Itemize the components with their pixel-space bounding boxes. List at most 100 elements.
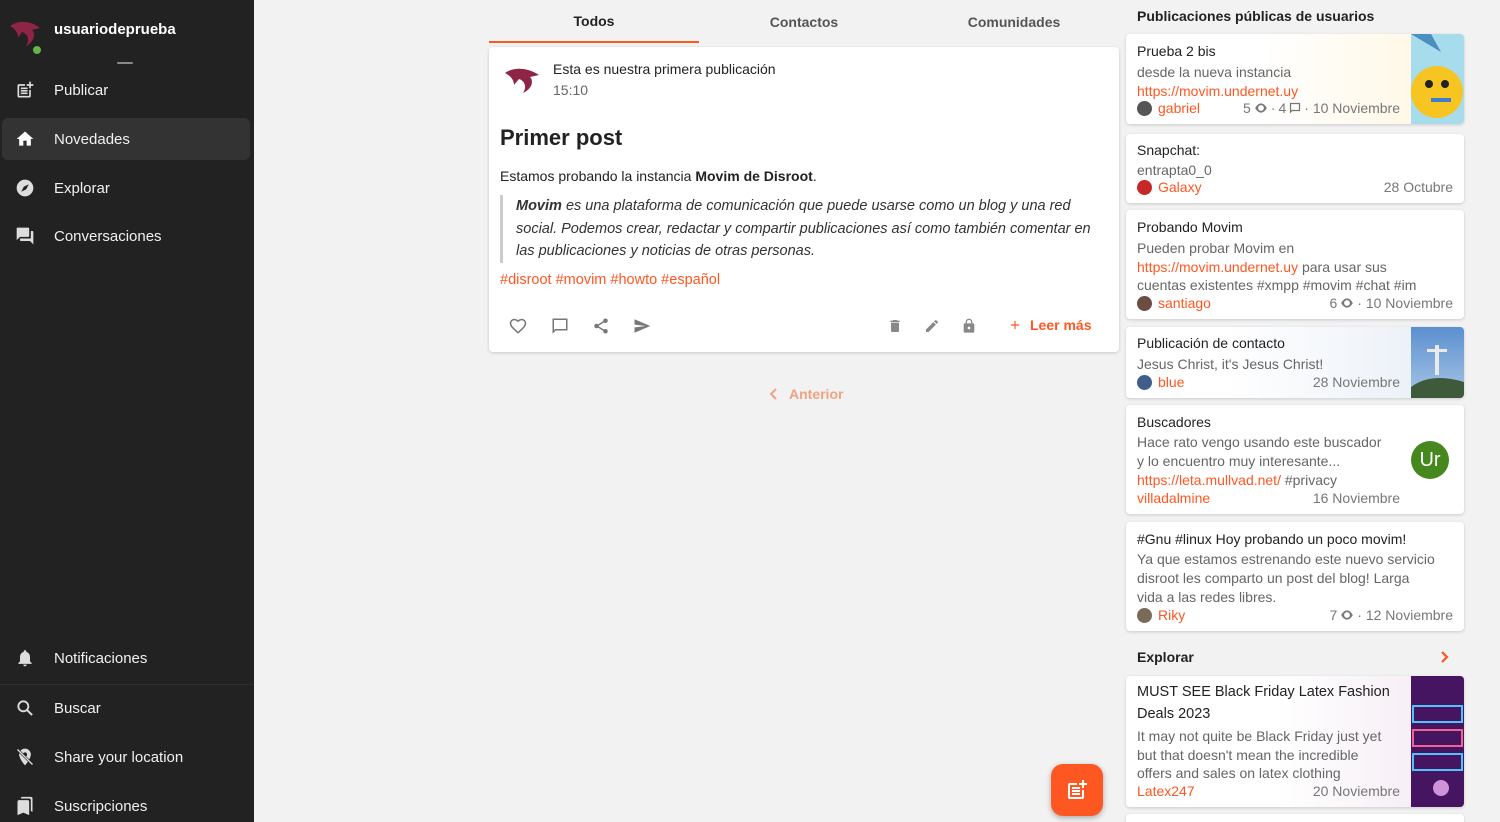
post-time: 15:10 <box>553 82 589 98</box>
share-button[interactable] <box>590 315 612 337</box>
username: usuariodeprueba <box>54 21 176 38</box>
author-avatar <box>1137 179 1152 195</box>
eye-icon <box>1341 298 1354 308</box>
card-link-after: #privacy <box>1280 472 1337 488</box>
plus-icon <box>1010 320 1020 330</box>
card-author[interactable]: villadalmine <box>1137 490 1210 506</box>
card-text: entrapta0_0 <box>1137 162 1212 178</box>
card-text: Hace rato vengo usando este buscador <box>1137 434 1382 450</box>
previous-page-button[interactable]: Anterior <box>769 386 843 402</box>
sidebar-item-notificaciones[interactable]: Notificaciones <box>2 637 250 679</box>
chevron-right-icon[interactable] <box>1437 647 1453 667</box>
card-author[interactable]: Riky <box>1158 607 1185 623</box>
sidebar-item-share-location[interactable]: Share your location <box>2 736 250 778</box>
comments-count: 4 <box>1278 100 1287 116</box>
card-author[interactable]: blue <box>1158 374 1184 390</box>
views-count: 6 <box>1329 295 1338 311</box>
card-link[interactable]: https://movim.undernet.uy <box>1137 259 1298 275</box>
card-title: Publicación de contacto <box>1137 335 1285 351</box>
intro-bold: Movim de Disroot <box>695 168 813 184</box>
card-link-after: para usar sus <box>1298 259 1387 275</box>
card-text: Jesus Christ, it's Jesus Christ! <box>1137 356 1324 372</box>
tab-comunidades[interactable]: Comunidades <box>909 0 1119 43</box>
sidebar-item-novedades[interactable]: Novedades <box>2 118 250 160</box>
chat-icon <box>14 225 36 247</box>
quote-bold: Movim <box>516 198 562 214</box>
comment-button[interactable] <box>549 315 571 337</box>
card-date: 20 Noviembre <box>1312 783 1400 799</box>
card-author[interactable]: Galaxy <box>1158 179 1202 195</box>
public-post-card[interactable]: Snapchat: entrapta0_0 Galaxy 28 Octubre <box>1126 134 1464 203</box>
explore-heading[interactable]: Explorar <box>1137 649 1194 665</box>
user-profile[interactable]: usuariodeprueba <box>0 10 254 56</box>
author-avatar[interactable]: Ur <box>1411 441 1449 479</box>
eye-icon <box>1254 103 1267 113</box>
public-post-card[interactable]: Prueba 2 bis desde la nueva instancia ht… <box>1126 34 1464 124</box>
sidebar-item-label: Novedades <box>54 130 130 148</box>
delete-button[interactable] <box>884 315 906 337</box>
tab-contactos[interactable]: Contactos <box>699 0 909 43</box>
card-meta: Latex247 20 Noviembre <box>1137 783 1400 799</box>
post-header-title[interactable]: Esta es nuestra primera publicación <box>553 61 776 77</box>
sidebar-item-label: Conversaciones <box>54 227 162 245</box>
card-title: Snapchat: <box>1137 142 1201 158</box>
pencil-icon <box>926 319 939 332</box>
sidebar-item-suscripciones[interactable]: Suscripciones <box>2 785 250 822</box>
card-text: y lo encuentro muy interesante... <box>1137 453 1341 469</box>
comment-icon <box>552 318 568 334</box>
post-thumbnail <box>1411 676 1464 807</box>
sidebar-divider <box>0 684 254 685</box>
card-title: Prueba 2 bis <box>1137 43 1216 59</box>
edit-button[interactable] <box>921 315 943 337</box>
card-title: MUST SEE Black Friday Latex Fashion <box>1137 684 1390 700</box>
sidebar-item-label: Suscripciones <box>54 797 148 815</box>
post-tags[interactable]: #disroot #movim #howto #español <box>500 272 720 288</box>
sidebar-item-label: Notificaciones <box>54 649 148 667</box>
send-button[interactable] <box>631 315 653 337</box>
public-post-card[interactable]: #Gnu #linux Hoy probando un poco movim! … <box>1126 522 1464 631</box>
author-avatar <box>1137 374 1152 390</box>
sidebar-item-explorar[interactable]: Explorar <box>2 167 250 209</box>
sidebar-item-publicar[interactable]: Publicar <box>2 69 250 111</box>
card-date: 28 Octubre <box>1383 179 1453 195</box>
explore-post-card[interactable] <box>1126 814 1464 822</box>
card-author[interactable]: gabriel <box>1158 100 1200 116</box>
tab-todos[interactable]: Todos <box>489 0 699 43</box>
bell-icon <box>14 647 36 669</box>
new-post-fab[interactable] <box>1051 764 1103 816</box>
like-button[interactable] <box>507 315 529 337</box>
movim-logo-icon <box>505 68 539 93</box>
sidebar-item-conversaciones[interactable]: Conversaciones <box>2 215 250 257</box>
card-text: vida a las redes libres. <box>1137 589 1277 605</box>
card-link[interactable]: https://movim.undernet.uy <box>1137 82 1298 101</box>
comment-icon <box>1290 102 1301 114</box>
card-author[interactable]: Latex247 <box>1137 783 1195 799</box>
views-count: 7 <box>1329 607 1338 623</box>
heart-icon <box>509 318 527 334</box>
quote-text: es una plataforma de comunicación que pu… <box>516 198 1091 259</box>
previous-label: Anterior <box>789 386 844 402</box>
post-add-icon <box>1068 780 1087 799</box>
card-link[interactable]: https://leta.mullvad.net/ <box>1137 472 1281 488</box>
sidebar-item-label: Publicar <box>54 81 109 99</box>
trash-icon <box>890 320 900 332</box>
card-meta: villadalmine 16 Noviembre <box>1137 490 1400 506</box>
card-author[interactable]: santiago <box>1158 295 1211 311</box>
sidebar-item-buscar[interactable]: Buscar <box>2 687 250 729</box>
public-post-card[interactable]: Buscadores Hace rato vengo usando este b… <box>1126 405 1464 514</box>
drag-handle[interactable] <box>117 62 133 64</box>
read-more-label: Leer más <box>1030 317 1092 333</box>
sidebar: usuariodeprueba Publicar Novedades Explo… <box>0 0 254 822</box>
explore-post-card[interactable]: MUST SEE Black Friday Latex Fashion Deal… <box>1126 676 1464 807</box>
public-posts-heading: Publicaciones públicas de usuarios <box>1137 8 1375 24</box>
send-icon <box>634 319 651 333</box>
public-post-card[interactable]: Publicación de contacto Jesus Christ, it… <box>1126 327 1464 398</box>
read-more-button[interactable]: Leer más <box>1008 317 1091 333</box>
public-post-card[interactable]: Probando Movim Pueden probar Movim en ht… <box>1126 210 1464 319</box>
eye-icon <box>1341 610 1354 620</box>
sidebar-item-label: Share your location <box>54 748 184 766</box>
privacy-button[interactable] <box>958 315 980 337</box>
card-date: · 10 Noviembre <box>1357 295 1453 311</box>
author-avatar <box>1137 100 1152 116</box>
intro-text: Estamos probando la instancia <box>500 168 696 184</box>
